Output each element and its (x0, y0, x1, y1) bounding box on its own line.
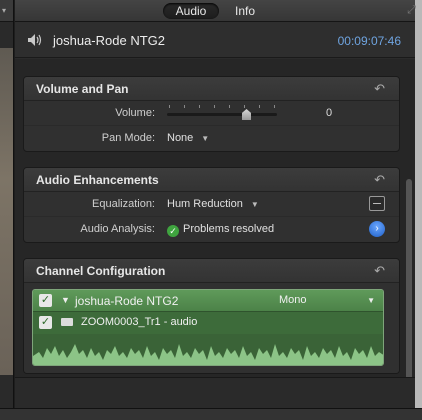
audio-enhancements-panel: Audio Enhancements ↶ Equalization: Hum R… (23, 167, 400, 243)
viewer-video (0, 48, 13, 375)
tab-info[interactable]: Info (227, 3, 263, 19)
source-name: joshua-Rode NTG2 (75, 294, 179, 308)
chevron-right-icon[interactable]: › (369, 221, 385, 237)
audio-inspector: Audio Info joshua-Rode NTG2 00:09:07:46 … (15, 0, 415, 420)
channel-source-row: ✓ ▼ joshua-Rode NTG2 Mono ▼ (33, 290, 383, 312)
audio-enhancements-header[interactable]: Audio Enhancements ↶ (24, 168, 399, 192)
audio-enhancements-title: Audio Enhancements (36, 173, 159, 187)
timeline-strip (0, 408, 422, 420)
volume-pan-title: Volume and Pan (36, 82, 129, 96)
check-icon: ✓ (167, 225, 179, 237)
pan-mode-value: None (167, 132, 194, 144)
audio-analysis-row: Audio Analysis: ✓ Problems resolved › (24, 217, 399, 242)
channel-configuration-header[interactable]: Channel Configuration ↶ (24, 259, 399, 283)
channel-body: ✓ ▼ joshua-Rode NTG2 Mono ▼ ✓ ZOOM0003_T… (24, 283, 399, 373)
disclosure-triangle-icon[interactable]: ▼ (61, 295, 70, 305)
channel-configuration-panel: Channel Configuration ↶ ✓ ▼ joshua-Rode … (23, 258, 400, 374)
channel-mode[interactable]: Mono (279, 294, 307, 306)
timecode: 00:09:07:46 (337, 34, 401, 48)
channel-clip-row: ✓ ZOOM0003_Tr1 - audio (33, 312, 383, 334)
volume-label: Volume: (115, 107, 155, 119)
inspector-scroll-area: Volume and Pan ↶ Volume: 0 Pan Mode: Non… (15, 59, 415, 420)
viewer-edge: ▾ (0, 0, 14, 420)
volume-ticks (169, 105, 275, 109)
clip-checkbox[interactable]: ✓ (39, 316, 52, 329)
equalization-select[interactable]: Hum Reduction ▼ (167, 198, 259, 210)
chevron-down-icon: ▼ (201, 134, 210, 143)
reset-icon[interactable]: ↶ (374, 172, 385, 188)
equalization-value: Hum Reduction (167, 198, 243, 210)
window-edge: ⤢ (407, 0, 422, 420)
volume-value[interactable]: 0 (326, 107, 332, 119)
inspector-header: joshua-Rode NTG2 00:09:07:46 (15, 22, 415, 58)
volume-pan-header[interactable]: Volume and Pan ↶ (24, 77, 399, 101)
reset-icon[interactable]: ↶ (374, 81, 385, 97)
channel-configuration-title: Channel Configuration (36, 264, 166, 278)
volume-pan-panel: Volume and Pan ↶ Volume: 0 Pan Mode: Non… (23, 76, 400, 152)
volume-slider-thumb[interactable] (242, 109, 251, 120)
equalizer-icon[interactable] (369, 196, 385, 211)
audio-analysis-value: Problems resolved (183, 223, 275, 235)
speaker-icon (28, 34, 42, 46)
pan-mode-row: Pan Mode: None ▼ (24, 126, 399, 151)
channel-clip: ✓ ▼ joshua-Rode NTG2 Mono ▼ ✓ ZOOM0003_T… (32, 289, 384, 366)
audio-waveform (33, 334, 383, 365)
pan-mode-label: Pan Mode: (101, 132, 155, 144)
clip-name: ZOOM0003_Tr1 - audio (81, 316, 198, 328)
resize-icon[interactable]: ⤢ (407, 4, 416, 17)
clip-title: joshua-Rode NTG2 (53, 33, 165, 48)
audio-analysis-label: Audio Analysis: (80, 223, 155, 235)
tab-audio[interactable]: Audio (163, 3, 219, 19)
volume-row: Volume: 0 (24, 101, 399, 126)
source-checkbox[interactable]: ✓ (39, 294, 52, 307)
reset-icon[interactable]: ↶ (374, 263, 385, 279)
volume-slider[interactable] (167, 113, 277, 116)
equalization-label: Equalization: (92, 198, 155, 210)
inspector-tabbar: Audio Info (15, 0, 415, 22)
audio-analysis-status: ✓ Problems resolved (167, 223, 274, 237)
pan-mode-select[interactable]: None ▼ (167, 132, 209, 144)
chevron-down-icon: ▼ (250, 200, 259, 209)
clip-icon (61, 318, 73, 326)
chevron-down-icon[interactable]: ▼ (367, 296, 375, 305)
equalization-row: Equalization: Hum Reduction ▼ (24, 192, 399, 217)
chevron-down-icon[interactable]: ▾ (2, 6, 6, 15)
